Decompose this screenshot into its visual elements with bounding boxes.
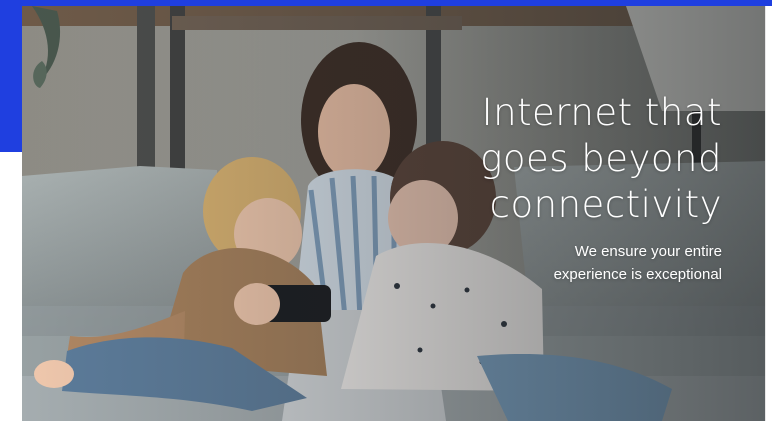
hero-title: Internet that goes beyond connectivity (480, 91, 722, 226)
hero-right-border (765, 6, 766, 421)
hero-subtitle-line-2: experience is exceptional (553, 266, 722, 283)
hero-copy: Internet that goes beyond connectivity W… (392, 90, 722, 286)
hero-subtitle: We ensure your entire experience is exce… (392, 240, 722, 286)
landing-page: Internet that goes beyond connectivity W… (0, 0, 772, 421)
hero-subtitle-line-1: We ensure your entire (574, 243, 722, 260)
hero-banner: Internet that goes beyond connectivity W… (22, 6, 766, 421)
